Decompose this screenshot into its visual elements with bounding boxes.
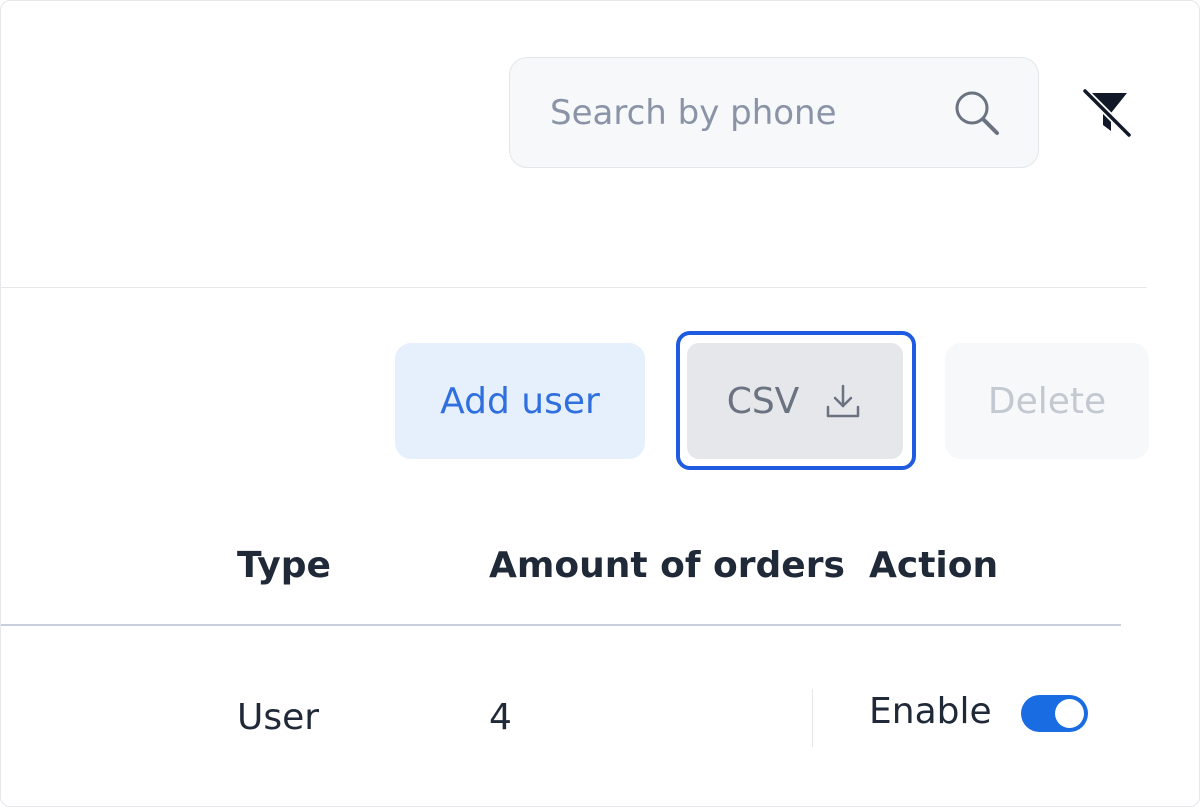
toggle-knob: [1055, 699, 1084, 728]
column-header-action: Action: [869, 545, 999, 586]
csv-label: CSV: [726, 380, 800, 422]
column-header-type: Type: [237, 545, 331, 586]
delete-button[interactable]: Delete: [945, 343, 1149, 459]
cell-type: User: [237, 697, 320, 738]
column-header-amount-of-orders: Amount of orders: [489, 545, 845, 586]
download-icon: [827, 384, 860, 418]
filter-off-icon[interactable]: [1079, 85, 1135, 141]
table-header-divider: [1, 624, 1121, 626]
section-divider: [1, 287, 1147, 288]
add-user-label: Add user: [440, 380, 600, 422]
csv-export-button[interactable]: CSV: [687, 343, 903, 459]
delete-label: Delete: [987, 380, 1107, 422]
enable-toggle[interactable]: [1021, 695, 1088, 732]
cell-separator: [812, 689, 813, 747]
enable-label: Enable: [869, 691, 992, 732]
search-input[interactable]: [550, 58, 950, 167]
add-user-button[interactable]: Add user: [395, 343, 645, 459]
cell-amount-of-orders: 4: [489, 697, 512, 738]
search-icon[interactable]: [951, 87, 1003, 139]
users-panel: Add user CSV Delete Type Amount of order…: [0, 0, 1200, 807]
